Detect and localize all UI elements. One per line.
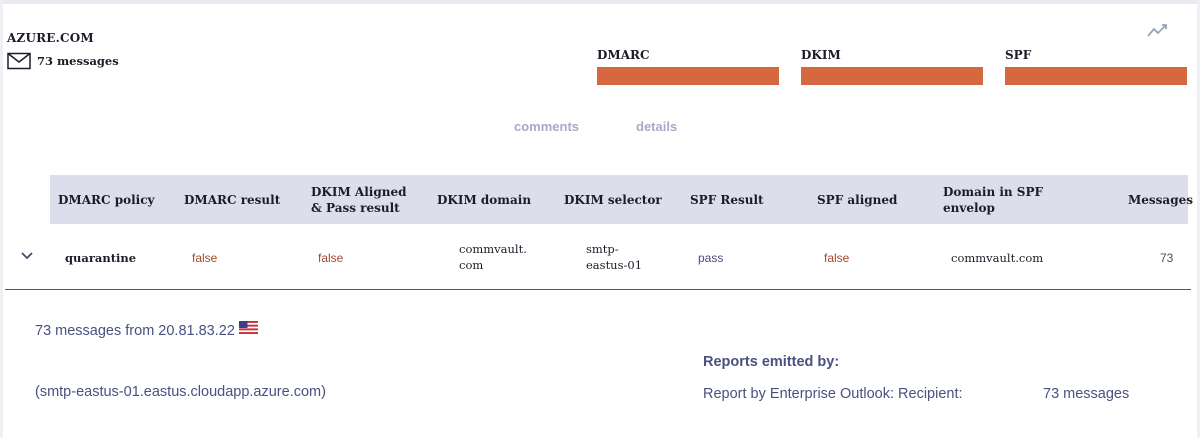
header-dkim-aligned-line2: & Pass result: [311, 201, 400, 215]
cell-spf-aligned: false: [824, 251, 850, 265]
dmarc-status: DMARC: [597, 48, 779, 85]
left-border: [0, 0, 3, 438]
tab-details[interactable]: details: [636, 119, 677, 134]
header-domain-spf-line2: envelop: [943, 201, 995, 215]
spf-label: SPF: [1005, 48, 1032, 62]
reporter-count: 73 messages: [1043, 386, 1130, 402]
reports-title: Reports emitted by:: [703, 354, 840, 370]
cell-domain-spf: commvault.com: [951, 251, 1044, 265]
header-dkim-selector: DKIM selector: [564, 193, 662, 207]
reporter-name: Report by Enterprise Outlook: Recipient:: [703, 386, 963, 402]
header-spf-aligned: SPF aligned: [817, 193, 898, 207]
spf-bar: [1005, 67, 1187, 85]
cell-dkim-domain-line2: com: [459, 258, 484, 272]
header-dkim-aligned-line1: DKIM Aligned: [311, 185, 407, 199]
dmarc-bar: [597, 67, 779, 85]
cell-dkim-aligned: false: [318, 251, 344, 265]
mail-icon: [7, 52, 31, 70]
cell-dkim-selector: smtp- eastus-01: [586, 241, 642, 273]
trend-chart-icon[interactable]: [1146, 22, 1168, 38]
cell-messages: 73: [1160, 251, 1174, 265]
chevron-down-icon[interactable]: [19, 248, 35, 262]
row-divider: [5, 289, 1191, 290]
cell-dmarc-policy: quarantine: [65, 251, 137, 265]
header-messages: Messages: [1128, 193, 1193, 207]
message-summary: 73 messages: [7, 52, 119, 70]
domain-title: AZURE.COM: [7, 31, 94, 45]
cell-dkim-domain-line1: commvault.: [459, 242, 527, 256]
header-dmarc-policy: DMARC policy: [58, 193, 155, 207]
cell-dkim-selector-line1: smtp-: [586, 242, 619, 256]
tab-comments[interactable]: comments: [514, 119, 579, 134]
header-dkim-aligned: DKIM Aligned & Pass result: [311, 184, 406, 216]
cell-dkim-selector-line2: eastus-01: [586, 258, 643, 272]
dkim-label: DKIM: [801, 48, 841, 62]
dkim-status: DKIM: [801, 48, 983, 85]
header-domain-spf: Domain in SPF envelop: [943, 184, 1043, 216]
dkim-bar: [801, 67, 983, 85]
top-border: [0, 0, 1200, 4]
header-dkim-domain: DKIM domain: [437, 193, 532, 207]
header-domain-spf-line1: Domain in SPF: [943, 185, 1044, 199]
header-dmarc-result: DMARC result: [184, 193, 281, 207]
dmarc-label: DMARC: [597, 48, 650, 62]
us-flag-icon: [239, 321, 258, 334]
cell-spf-result: pass: [698, 251, 724, 265]
source-summary: 73 messages from 20.81.83.22: [35, 323, 235, 339]
header-spf-result: SPF Result: [690, 193, 764, 207]
spf-status: SPF: [1005, 48, 1187, 85]
message-count: 73 messages: [37, 54, 119, 68]
source-hostname: (smtp-eastus-01.eastus.cloudapp.azure.co…: [35, 384, 326, 400]
cell-dmarc-result: false: [192, 251, 218, 265]
cell-dkim-domain: commvault. com: [459, 241, 527, 273]
